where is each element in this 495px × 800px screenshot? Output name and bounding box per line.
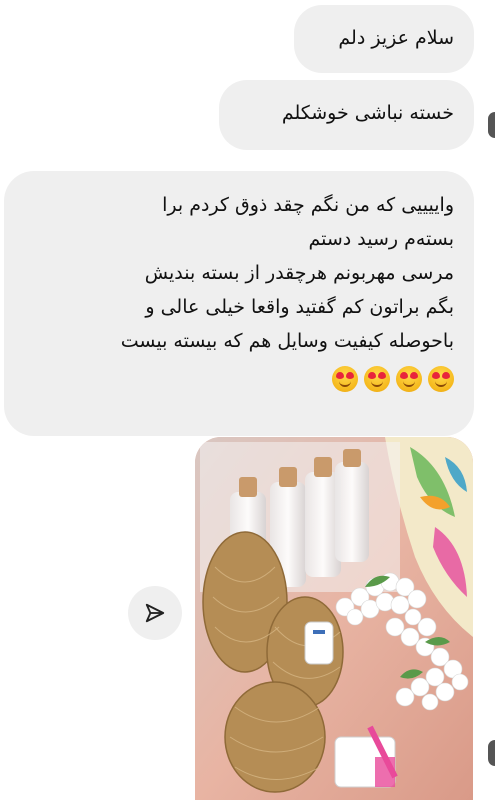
message-text: خسته نباشی خوشکلم <box>281 102 454 124</box>
heart-eyes-emoji-icon <box>396 365 422 392</box>
photo-message[interactable] <box>195 437 473 800</box>
message-bubble[interactable]: خسته نباشی خوشکلم <box>219 80 474 150</box>
share-button[interactable] <box>128 586 182 640</box>
message-line: بسته‌م رسید دستم <box>308 228 454 250</box>
emoji-row <box>121 358 454 398</box>
heart-eyes-emoji-icon <box>332 365 358 392</box>
message-line: واییییی که من نگم چقد ذوق کردم برا <box>162 194 454 216</box>
product-photo-icon <box>195 437 473 800</box>
message-line: مرسی مهربونم هرچقدر از بسته بندیش <box>144 262 454 284</box>
send-icon <box>145 603 165 623</box>
heart-eyes-emoji-icon <box>364 365 390 392</box>
avatar-edge <box>488 112 495 138</box>
avatar-edge <box>488 740 495 766</box>
heart-eyes-emoji-icon <box>428 365 454 392</box>
message-bubble[interactable]: سلام عزیز دلم <box>294 5 474 73</box>
message-line: باحوصله کیفیت وسایل هم که بیسته بیست <box>120 330 454 352</box>
message-line: بگم براتون کم گفتید واقعا خیلی عالی و <box>145 296 454 318</box>
message-text: سلام عزیز دلم <box>338 27 454 49</box>
message-bubble[interactable]: واییییی که من نگم چقد ذوق کردم برا بسته‌… <box>4 171 474 436</box>
